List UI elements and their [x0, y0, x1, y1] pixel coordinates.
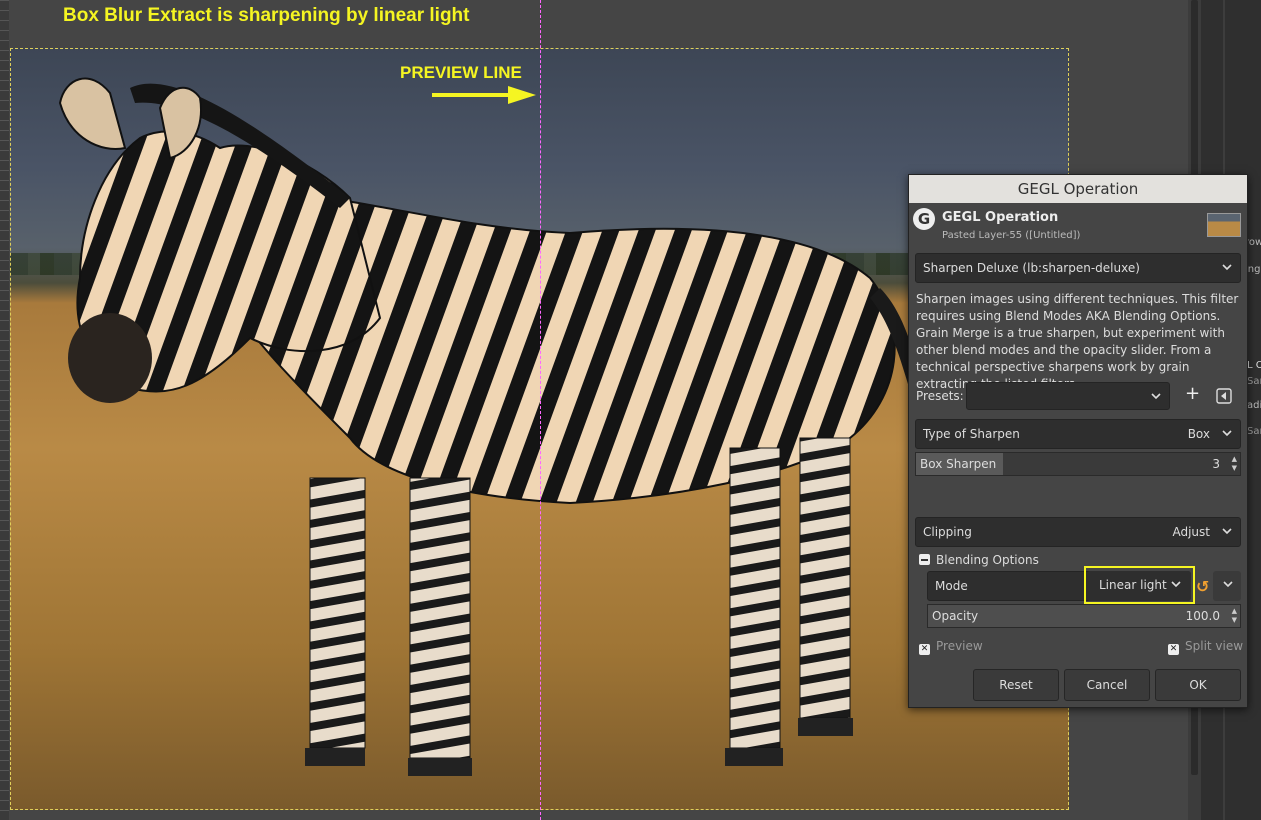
preview-label: Preview [936, 639, 983, 653]
add-preset-icon[interactable]: + [1185, 383, 1200, 404]
reset-button[interactable]: Reset [973, 669, 1059, 701]
presets-label: Presets: [916, 389, 964, 403]
vertical-ruler [0, 0, 9, 820]
ok-button[interactable]: OK [1155, 669, 1241, 701]
reset-mode-icon[interactable]: ↺ [1196, 577, 1209, 596]
type-of-sharpen-label: Type of Sharpen [923, 427, 1020, 441]
box-sharpen-label: Box Sharpen [920, 457, 997, 471]
preview-checkbox[interactable]: ✕ Preview [919, 639, 983, 655]
dock-text-6: Sar [1247, 426, 1261, 437]
mode-highlight-annotation [1084, 566, 1195, 604]
gegl-operation-dialog: GEGL Operation G GEGL Operation Pasted L… [908, 174, 1248, 708]
clipping-select[interactable]: Clipping Adjust [915, 517, 1241, 547]
mode-label: Mode [935, 579, 968, 593]
filter-select[interactable]: Sharpen Deluxe (lb:sharpen-deluxe) [915, 253, 1241, 283]
opacity-value: 100.0 [1185, 609, 1220, 623]
dock-text-3: L O [1247, 360, 1261, 371]
split-preview-line [540, 0, 541, 820]
gegl-logo-icon: G [913, 208, 935, 230]
split-view-label: Split view [1185, 639, 1244, 653]
checkbox-checked-icon: ✕ [919, 644, 930, 655]
chevron-down-icon [1222, 264, 1232, 271]
chevron-down-icon [1222, 528, 1232, 535]
type-of-sharpen-select[interactable]: Type of Sharpen Box [915, 419, 1241, 449]
opacity-spinner[interactable]: Opacity 100.0 ▲ ▼ [927, 604, 1241, 628]
filter-description: Sharpen images using different technique… [916, 292, 1239, 391]
blending-options-expander[interactable]: Blending Options [919, 553, 1039, 567]
clipping-label: Clipping [923, 525, 972, 539]
layer-thumbnail [1207, 213, 1241, 237]
dialog-header-subtitle: Pasted Layer-55 ([Untitled]) [942, 230, 1081, 241]
dock-text-5: adi [1247, 400, 1261, 411]
clipping-value: Adjust [1172, 525, 1210, 539]
dock-text-4: Sar [1247, 376, 1261, 387]
chevron-down-icon [1223, 581, 1233, 588]
box-sharpen-spinner[interactable]: Box Sharpen 3 ▲ ▼ [915, 452, 1241, 476]
mode-options-select[interactable] [1213, 571, 1241, 601]
chevron-down-icon [1151, 393, 1161, 400]
dialog-titlebar[interactable]: GEGL Operation [909, 175, 1247, 203]
dialog-header-title: GEGL Operation [942, 210, 1059, 225]
box-sharpen-value: 3 [1212, 457, 1220, 471]
dialog-header: G GEGL Operation Pasted Layer-55 ([Untit… [909, 204, 1247, 244]
opacity-label: Opacity [932, 609, 979, 623]
spinner-arrows-icon[interactable]: ▲ ▼ [1232, 607, 1237, 625]
type-of-sharpen-value: Box [1187, 427, 1210, 441]
preset-menu-icon[interactable] [1216, 388, 1232, 404]
blending-options-label: Blending Options [936, 553, 1039, 567]
spinner-arrows-icon[interactable]: ▲ ▼ [1232, 455, 1237, 473]
zebra-figure [58, 77, 930, 776]
chevron-down-icon [1222, 430, 1232, 437]
split-view-checkbox[interactable]: ✕ Split view [1168, 639, 1243, 655]
collapse-icon [919, 554, 930, 565]
checkbox-checked-icon: ✕ [1168, 644, 1179, 655]
annotation-preview-label: PREVIEW LINE [400, 63, 522, 82]
presets-select[interactable] [966, 382, 1170, 410]
annotation-caption: Box Blur Extract is sharpening by linear… [63, 5, 470, 26]
cancel-button[interactable]: Cancel [1064, 669, 1150, 701]
arrow-right-icon [432, 86, 536, 104]
filter-select-value: Sharpen Deluxe (lb:sharpen-deluxe) [923, 261, 1140, 275]
